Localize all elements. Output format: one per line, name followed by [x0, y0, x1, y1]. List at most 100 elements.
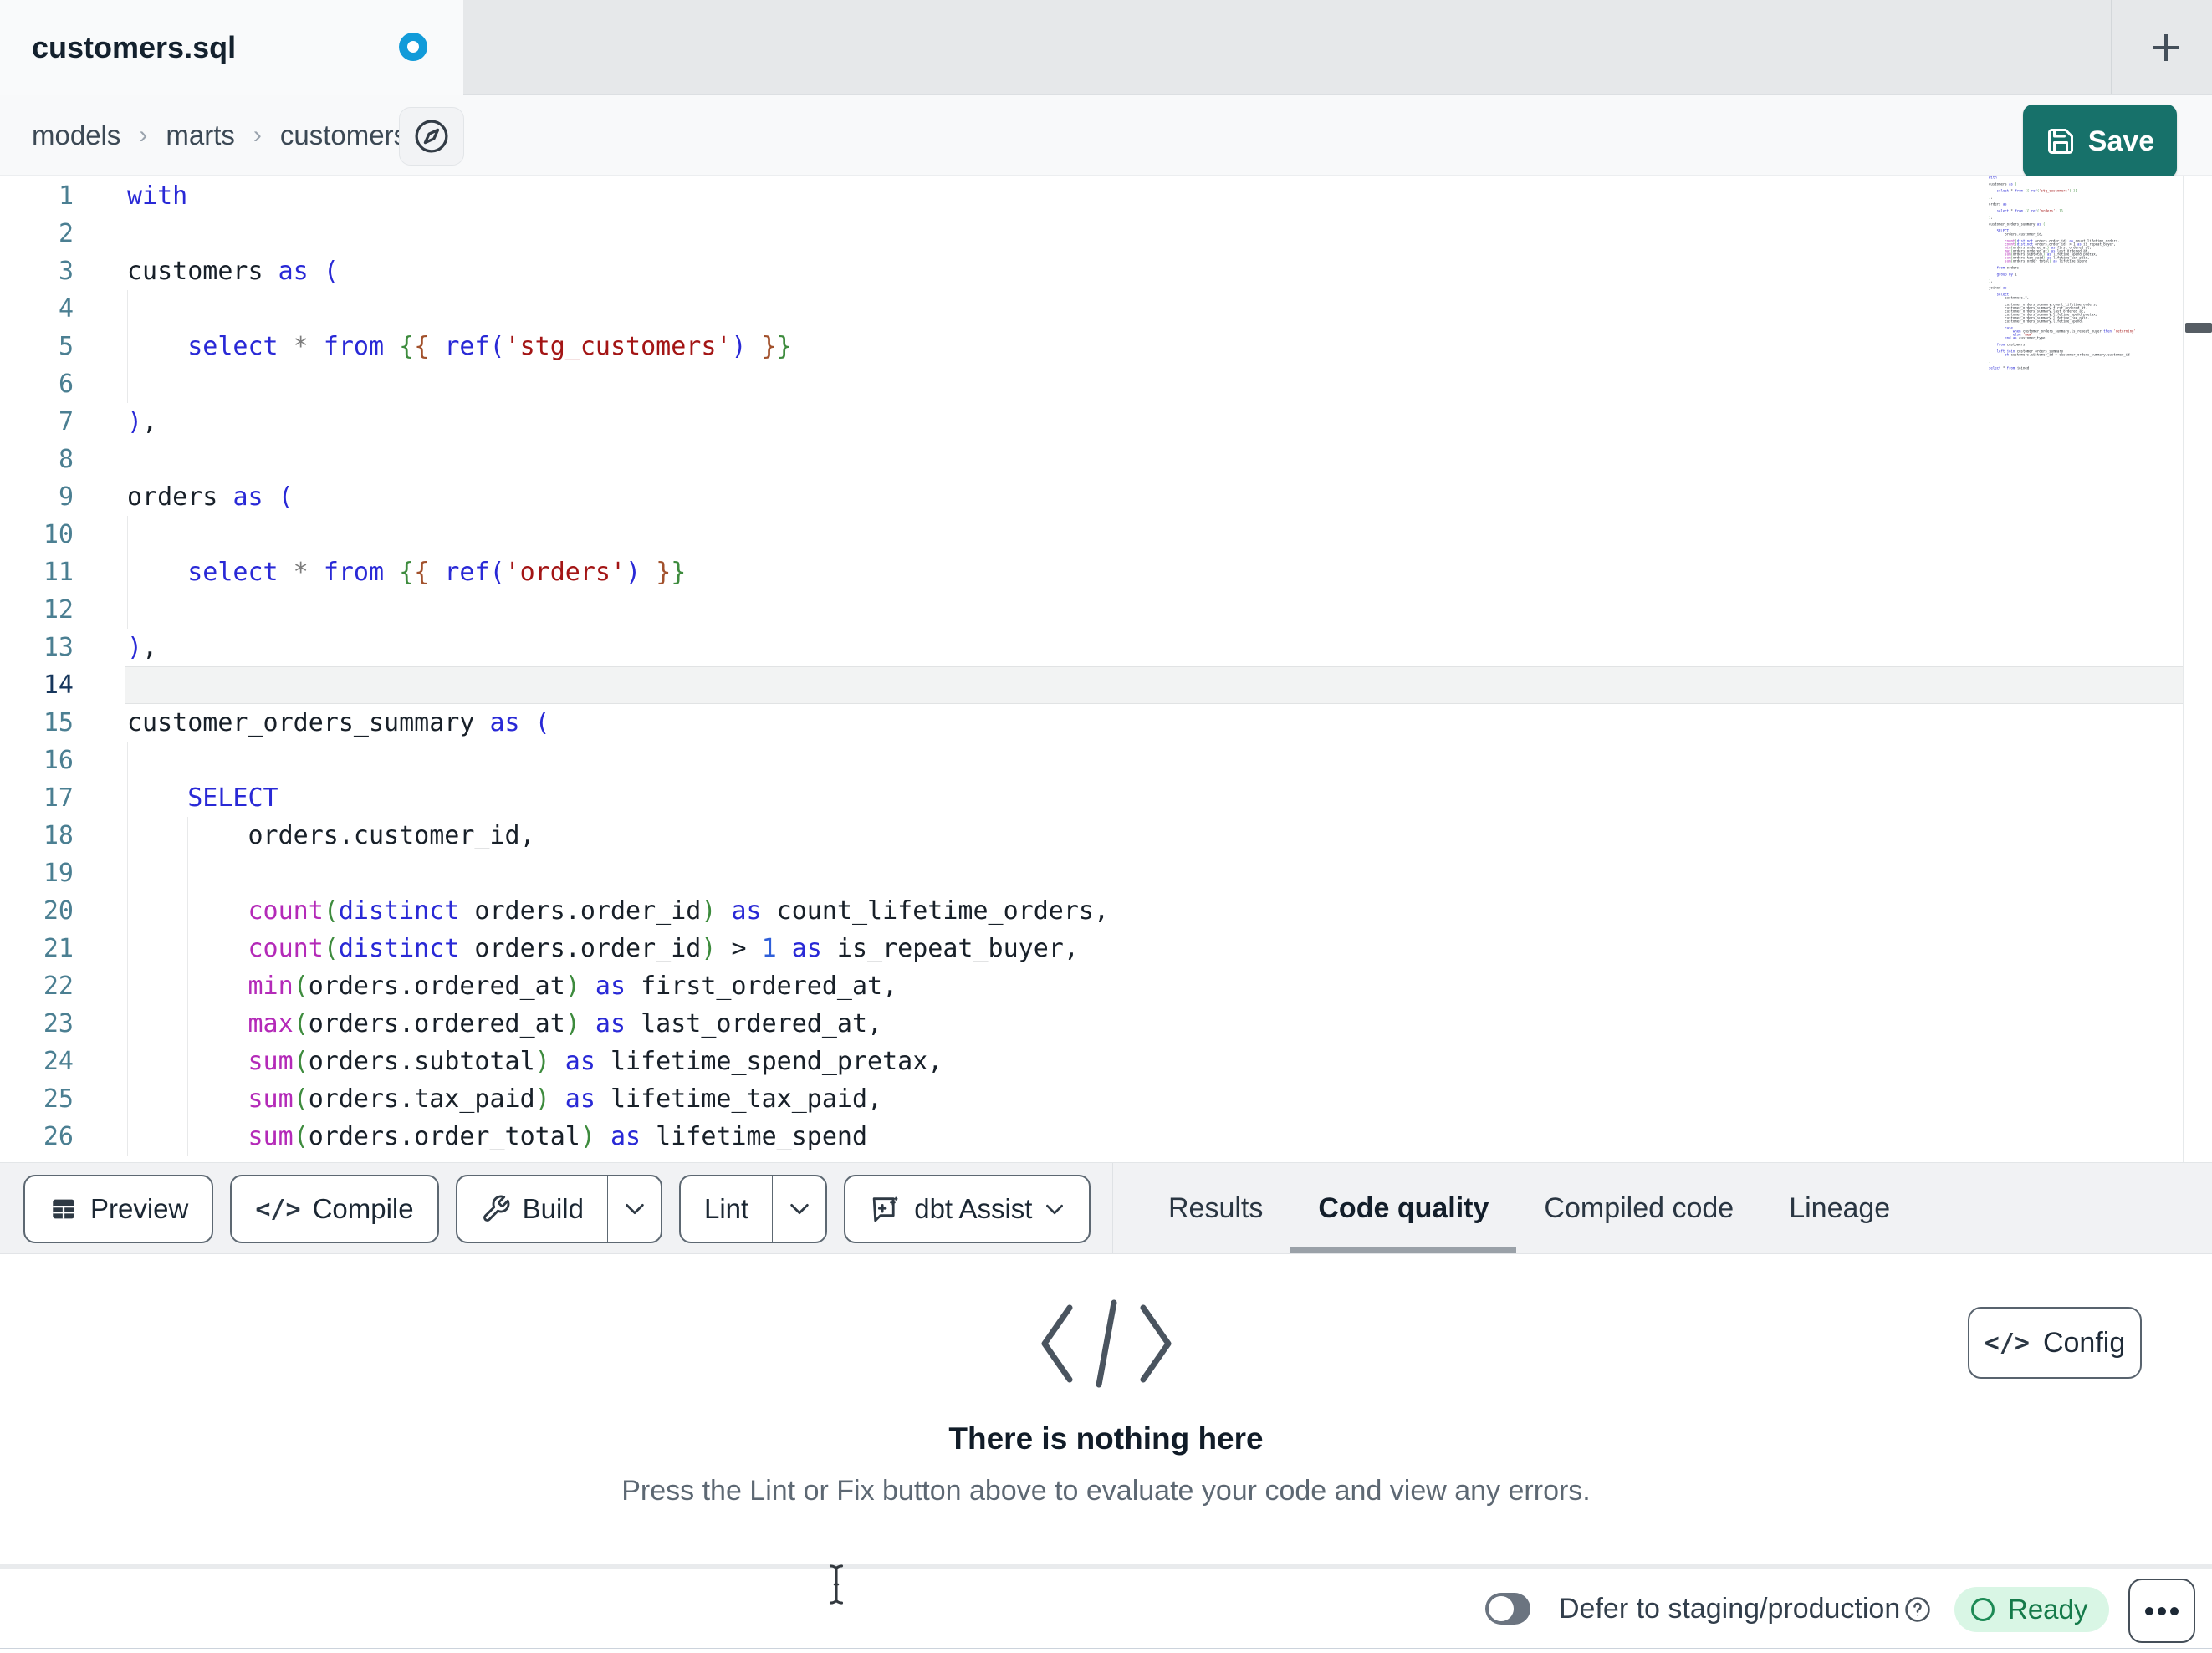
- code-line[interactable]: 11 select * from {{ ref('orders') }}: [0, 554, 2212, 591]
- file-tab-customers-sql[interactable]: customers.sql: [0, 0, 463, 95]
- code-line[interactable]: 26 sum(orders.order_total) as lifetime_s…: [0, 1118, 2212, 1156]
- line-number[interactable]: 19: [0, 855, 74, 892]
- line-number[interactable]: 21: [0, 930, 74, 967]
- line-number[interactable]: 12: [0, 591, 74, 629]
- line-number[interactable]: 15: [0, 704, 74, 742]
- build-dropdown-button[interactable]: [607, 1176, 661, 1242]
- line-number[interactable]: 13: [0, 629, 74, 666]
- code-quality-panel: There is nothing here Press the Lint or …: [0, 1254, 2212, 1564]
- line-number[interactable]: 1: [0, 177, 74, 215]
- config-button-label: Config: [2042, 1326, 2126, 1359]
- line-number[interactable]: 24: [0, 1043, 74, 1080]
- code-line[interactable]: 3 customers as (: [0, 253, 2212, 290]
- line-number[interactable]: 3: [0, 253, 74, 290]
- compile-button[interactable]: </> Compile: [230, 1175, 439, 1243]
- code-line[interactable]: 25 sum(orders.tax_paid) as lifetime_tax_…: [0, 1080, 2212, 1118]
- save-button[interactable]: Save: [2023, 105, 2177, 178]
- line-number[interactable]: 18: [0, 817, 74, 855]
- new-tab-button[interactable]: [2119, 0, 2212, 94]
- line-number[interactable]: 20: [0, 892, 74, 930]
- indent-guide: [187, 1118, 189, 1156]
- code-line[interactable]: 13),: [0, 629, 2212, 666]
- line-number[interactable]: 4: [0, 290, 74, 328]
- code-line-content: ),: [127, 633, 158, 662]
- code-brackets-icon: </>: [1984, 1328, 2030, 1358]
- indent-guide: [127, 328, 128, 365]
- line-number[interactable]: 6: [0, 365, 74, 403]
- code-line-content: select * from {{ ref('stg_customers') }}: [127, 328, 792, 365]
- line-number[interactable]: 22: [0, 967, 74, 1005]
- indent-guide: [127, 1118, 128, 1156]
- line-number[interactable]: 8: [0, 441, 74, 478]
- code-line[interactable]: 12: [0, 591, 2212, 629]
- breadcrumb-item[interactable]: models: [32, 120, 120, 151]
- line-number[interactable]: 17: [0, 779, 74, 817]
- code-line[interactable]: 24 sum(orders.subtotal) as lifetime_spen…: [0, 1043, 2212, 1080]
- indent-guide: [127, 817, 128, 855]
- code-line-content: select * from {{ ref('orders') }}: [127, 554, 686, 591]
- build-button[interactable]: Build: [457, 1176, 607, 1242]
- code-line[interactable]: 8: [0, 441, 2212, 478]
- help-icon[interactable]: [1903, 1595, 1932, 1624]
- tab-lineage[interactable]: Lineage: [1761, 1163, 1918, 1253]
- code-line[interactable]: 2: [0, 215, 2212, 253]
- dbt-assist-button[interactable]: dbt Assist: [844, 1175, 1091, 1243]
- line-number[interactable]: 25: [0, 1080, 74, 1118]
- preview-button[interactable]: Preview: [23, 1175, 214, 1243]
- line-number[interactable]: 5: [0, 328, 74, 365]
- file-tab-title: customers.sql: [32, 30, 237, 64]
- scrollbar-marker[interactable]: [2185, 323, 2212, 333]
- line-number[interactable]: 11: [0, 554, 74, 591]
- code-line[interactable]: 1 with: [0, 177, 2212, 215]
- code-line[interactable]: 22 min(orders.ordered_at) as first_order…: [0, 967, 2212, 1005]
- code-line[interactable]: 17 SELECT: [0, 779, 2212, 817]
- line-number[interactable]: 16: [0, 742, 74, 779]
- file-actions-button[interactable]: [399, 107, 464, 166]
- code-line[interactable]: 19: [0, 855, 2212, 892]
- indent-guide: [127, 591, 128, 629]
- code-line[interactable]: 7),: [0, 403, 2212, 441]
- code-line[interactable]: 4: [0, 290, 2212, 328]
- ellipsis-icon: [2145, 1606, 2179, 1615]
- indent-guide: [127, 554, 128, 591]
- panel-tabs: Results Code quality Compiled code Lineage: [1141, 1163, 1918, 1253]
- defer-toggle[interactable]: [1485, 1593, 1530, 1625]
- line-number[interactable]: 7: [0, 403, 74, 441]
- code-line[interactable]: 9 orders as (: [0, 478, 2212, 516]
- breadcrumb-item[interactable]: marts: [166, 120, 235, 151]
- code-editor[interactable]: 1 with 2 3 customers as (4 5 select * from {{…: [0, 176, 2212, 1162]
- lint-dropdown-button[interactable]: [772, 1176, 825, 1242]
- lint-button[interactable]: Lint: [681, 1176, 772, 1242]
- code-line[interactable]: 18 orders.customer_id,: [0, 817, 2212, 855]
- code-line[interactable]: 6: [0, 365, 2212, 403]
- code-line[interactable]: 5 select * from {{ ref('stg_customers') …: [0, 328, 2212, 365]
- code-line[interactable]: 20 count(distinct orders.order_id) as co…: [0, 892, 2212, 930]
- code-line[interactable]: 15 customer_orders_summary as (: [0, 704, 2212, 742]
- toolbar-buttons: Preview </> Compile Build Lint dbt Assis…: [23, 1175, 1091, 1243]
- code-line[interactable]: 14: [0, 666, 2212, 704]
- indent-guide: [187, 1005, 189, 1043]
- code-line-content: sum(orders.order_total) as lifetime_spen…: [127, 1118, 867, 1156]
- code-line-content: min(orders.ordered_at) as first_ordered_…: [127, 967, 897, 1005]
- indent-guide: [127, 742, 128, 779]
- status-badge[interactable]: Ready: [1954, 1587, 2109, 1632]
- line-number[interactable]: 23: [0, 1005, 74, 1043]
- tab-code-quality[interactable]: Code quality: [1290, 1163, 1517, 1253]
- code-line[interactable]: 10: [0, 516, 2212, 554]
- line-number[interactable]: 14: [0, 666, 74, 704]
- config-button[interactable]: </> Config: [1968, 1307, 2142, 1379]
- more-options-button[interactable]: [2128, 1579, 2195, 1643]
- code-line[interactable]: 16: [0, 742, 2212, 779]
- line-number[interactable]: 10: [0, 516, 74, 554]
- indent-guide: [127, 290, 128, 328]
- tab-results[interactable]: Results: [1141, 1163, 1290, 1253]
- code-line[interactable]: 21 count(distinct orders.order_id) > 1 a…: [0, 930, 2212, 967]
- chevron-down-icon: [1046, 1204, 1064, 1214]
- line-number[interactable]: 2: [0, 215, 74, 253]
- breadcrumb: models › marts › customers.sql: [32, 95, 450, 176]
- minimap[interactable]: with customers as ( select * from {{ ref…: [1989, 176, 2183, 380]
- tab-compiled-code[interactable]: Compiled code: [1516, 1163, 1761, 1253]
- line-number[interactable]: 9: [0, 478, 74, 516]
- line-number[interactable]: 26: [0, 1118, 74, 1156]
- code-line[interactable]: 23 max(orders.ordered_at) as last_ordere…: [0, 1005, 2212, 1043]
